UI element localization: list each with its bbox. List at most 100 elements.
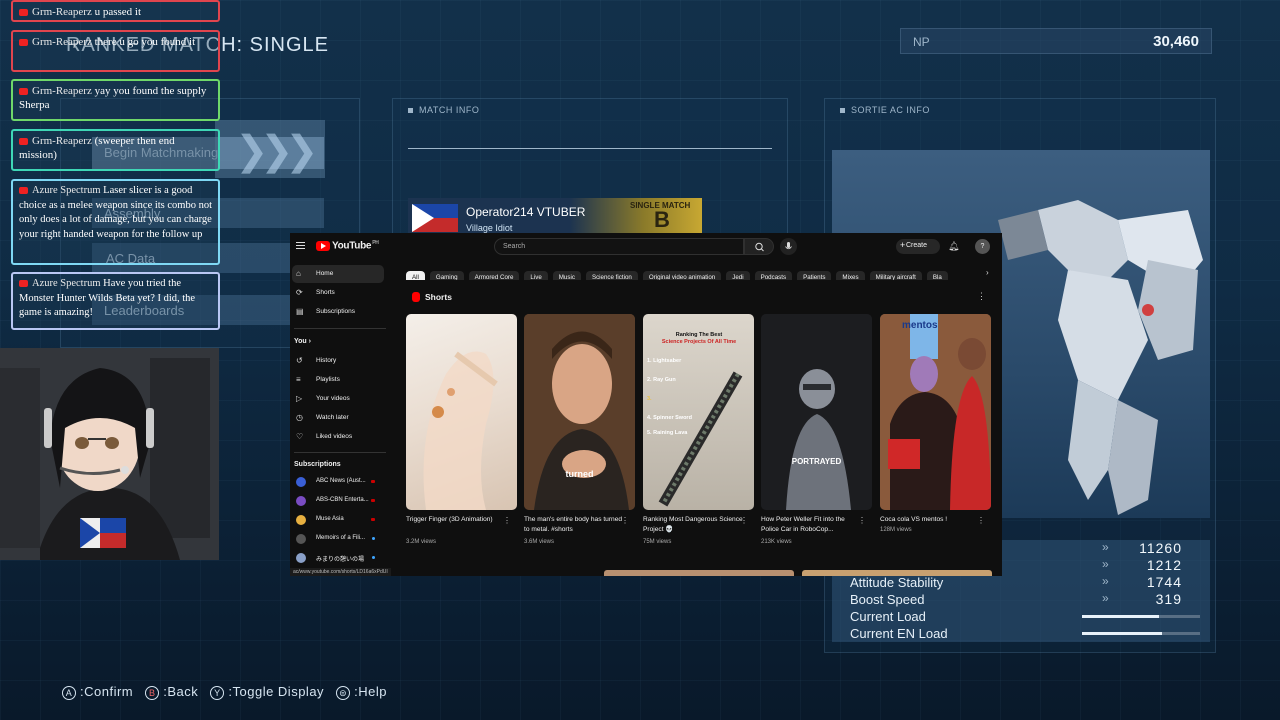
- sidebar-divider: [294, 452, 386, 453]
- status-bar-url: ac/www.youtube.com/shorts/LD16a6xPdUI: [290, 568, 391, 576]
- chat-message: Grm-Reaperz (sweeper then end mission): [11, 129, 220, 171]
- subscription-item[interactable]: みまりの憩いの場: [292, 549, 384, 567]
- player-rank-title: Village Idiot: [466, 223, 513, 233]
- sidebar-item-liked-videos[interactable]: ♡ Liked videos: [292, 428, 384, 446]
- chat-message: Grm-Reaperz there u go you found it: [11, 30, 220, 72]
- search-button[interactable]: [744, 238, 774, 255]
- sidebar-item-watch-later[interactable]: ◷ Watch later: [292, 409, 384, 427]
- short-thumbnail[interactable]: turned: [524, 314, 635, 510]
- chat-message: Azure Spectrum Laser slicer is a good ch…: [11, 179, 220, 265]
- chip[interactable]: Science fiction: [585, 271, 638, 280]
- chip[interactable]: Music: [552, 271, 581, 280]
- chip[interactable]: Armored Core: [468, 271, 520, 280]
- chip[interactable]: Military aircraft: [869, 271, 922, 280]
- more-options-icon[interactable]: ⋮: [621, 516, 629, 525]
- chevron-right-icon: »: [1102, 591, 1109, 605]
- short-title[interactable]: Coca cola VS mentos !: [880, 515, 980, 525]
- coca-cola-mentos-image: [880, 314, 991, 510]
- sidebar-item-playlists[interactable]: ≡ Playlists: [292, 371, 384, 389]
- short-thumbnail[interactable]: PORTRAYED: [761, 314, 872, 510]
- new-content-dot: [372, 556, 375, 559]
- more-options-icon[interactable]: ⋮: [503, 516, 511, 525]
- sortie-info-label: SORTIE AC INFO: [840, 105, 930, 115]
- subscription-item[interactable]: ABC News (Aust...: [292, 473, 384, 491]
- short-card[interactable]: turned The man's entire body has turned …: [524, 314, 635, 552]
- you-section-heading[interactable]: You ›: [294, 338, 311, 345]
- load-bar: [1082, 615, 1200, 618]
- chip[interactable]: Gaming: [429, 271, 464, 280]
- sidebar-item-home[interactable]: ⌂ Home: [292, 265, 384, 283]
- chip[interactable]: Podcasts: [754, 271, 793, 280]
- options-button-icon: ⊜: [336, 685, 351, 700]
- channel-avatar: [296, 534, 306, 544]
- channel-avatar: [296, 553, 306, 563]
- vtuber-webcam: [0, 348, 219, 560]
- short-card[interactable]: Ranking The Best Science Projects Of All…: [643, 314, 754, 552]
- match-info-label: MATCH INFO: [408, 105, 479, 115]
- chip-all[interactable]: All: [406, 271, 425, 280]
- a-button-icon: A: [62, 685, 76, 700]
- more-options-icon[interactable]: ⋮: [977, 516, 985, 525]
- chip[interactable]: Live: [524, 271, 548, 280]
- sidebar-divider: [294, 328, 386, 329]
- youtube-icon: [19, 187, 28, 195]
- account-avatar[interactable]: ?: [975, 239, 990, 254]
- short-title[interactable]: How Peter Weller Fit into the Police Car…: [761, 515, 861, 534]
- short-thumbnail[interactable]: [406, 314, 517, 510]
- philippines-flag-icon: [412, 204, 458, 232]
- y-button-icon: Y: [210, 685, 225, 700]
- chevron-right-icon[interactable]: ›: [986, 268, 989, 277]
- chip[interactable]: Patients: [797, 271, 832, 280]
- short-title[interactable]: Trigger Finger (3D Animation): [406, 515, 506, 525]
- short-card[interactable]: mentos Coca cola VS mentos ! 128M views …: [880, 314, 991, 552]
- sidebar-item-shorts[interactable]: ⟳ Shorts: [292, 284, 384, 302]
- chevron-right-icon: »: [1102, 557, 1109, 571]
- short-views: 75M views: [643, 539, 672, 545]
- youtube-logo-icon[interactable]: [316, 241, 330, 251]
- channel-avatar: [296, 515, 306, 525]
- short-views: 3.2M views: [406, 539, 437, 545]
- sidebar-item-your-videos[interactable]: ▷ Your videos: [292, 390, 384, 408]
- en-load-bar: [1082, 632, 1200, 635]
- chip[interactable]: Mixes: [836, 271, 865, 280]
- short-card[interactable]: Trigger Finger (3D Animation) 3.2M views…: [406, 314, 517, 552]
- search-input[interactable]: Search: [494, 238, 744, 255]
- subscription-item[interactable]: Memoirs of a Fili...: [292, 530, 384, 548]
- create-button[interactable]: + Create: [896, 239, 940, 254]
- notifications-bell-icon[interactable]: 🔔︎: [948, 241, 959, 252]
- vtuber-avatar-image: [0, 348, 219, 560]
- short-card[interactable]: PORTRAYED How Peter Weller Fit into the …: [761, 314, 872, 552]
- robocop-image: [761, 314, 872, 510]
- subscription-item[interactable]: Muse Asia: [292, 511, 384, 529]
- player-name: Operator214 VTUBER: [466, 205, 586, 219]
- live-indicator: [371, 499, 375, 502]
- sidebar-item-history[interactable]: ↺ History: [292, 352, 384, 370]
- sidebar-item-subscriptions[interactable]: ▤ Subscriptions: [292, 303, 384, 321]
- ranking-overlay-text: Ranking The Best Science Projects Of All…: [647, 332, 737, 436]
- man-portrait-image: [524, 314, 635, 510]
- video-thumbnail-partial[interactable]: [802, 570, 992, 576]
- youtube-sidebar: ⌂ Home ⟳ Shorts ▤ Subscriptions You › ↺ Hist…: [290, 263, 390, 576]
- short-title[interactable]: Ranking Most Dangerous Science Project 💀: [643, 515, 743, 534]
- watch-later-icon: ◷: [296, 413, 303, 422]
- short-thumbnail[interactable]: mentos: [880, 314, 991, 510]
- menu-icon[interactable]: [296, 242, 305, 249]
- short-title[interactable]: The man's entire body has turned to meta…: [524, 515, 624, 534]
- controller-help-bar: A:Confirm B:Back Y:Toggle Display ⊜:Help: [62, 684, 395, 700]
- short-thumbnail[interactable]: Ranking The Best Science Projects Of All…: [643, 314, 754, 510]
- more-options-icon[interactable]: ⋮: [858, 516, 866, 525]
- chevron-right-icon: »: [1102, 540, 1109, 554]
- youtube-logo-text[interactable]: YouTubePH: [332, 240, 379, 251]
- stat-row-boost-speed: Boost Speed » 319: [832, 591, 1210, 608]
- chip[interactable]: Jedi: [726, 271, 750, 280]
- chip[interactable]: Original video animation: [642, 271, 722, 280]
- liked-videos-icon: ♡: [296, 432, 304, 441]
- chevron-arrows-icon: ❯ ❯ ❯: [215, 120, 325, 178]
- chat-message: Grm-Reaperz u passed it: [11, 0, 220, 22]
- video-thumbnail-partial[interactable]: [604, 570, 794, 576]
- voice-search-button[interactable]: [780, 238, 797, 255]
- more-options-icon[interactable]: ⋮: [740, 516, 748, 525]
- subscription-item[interactable]: ABS-CBN Enterta...: [292, 492, 384, 510]
- chip[interactable]: Bla: [926, 271, 948, 280]
- more-options-icon[interactable]: ⋮: [977, 291, 986, 302]
